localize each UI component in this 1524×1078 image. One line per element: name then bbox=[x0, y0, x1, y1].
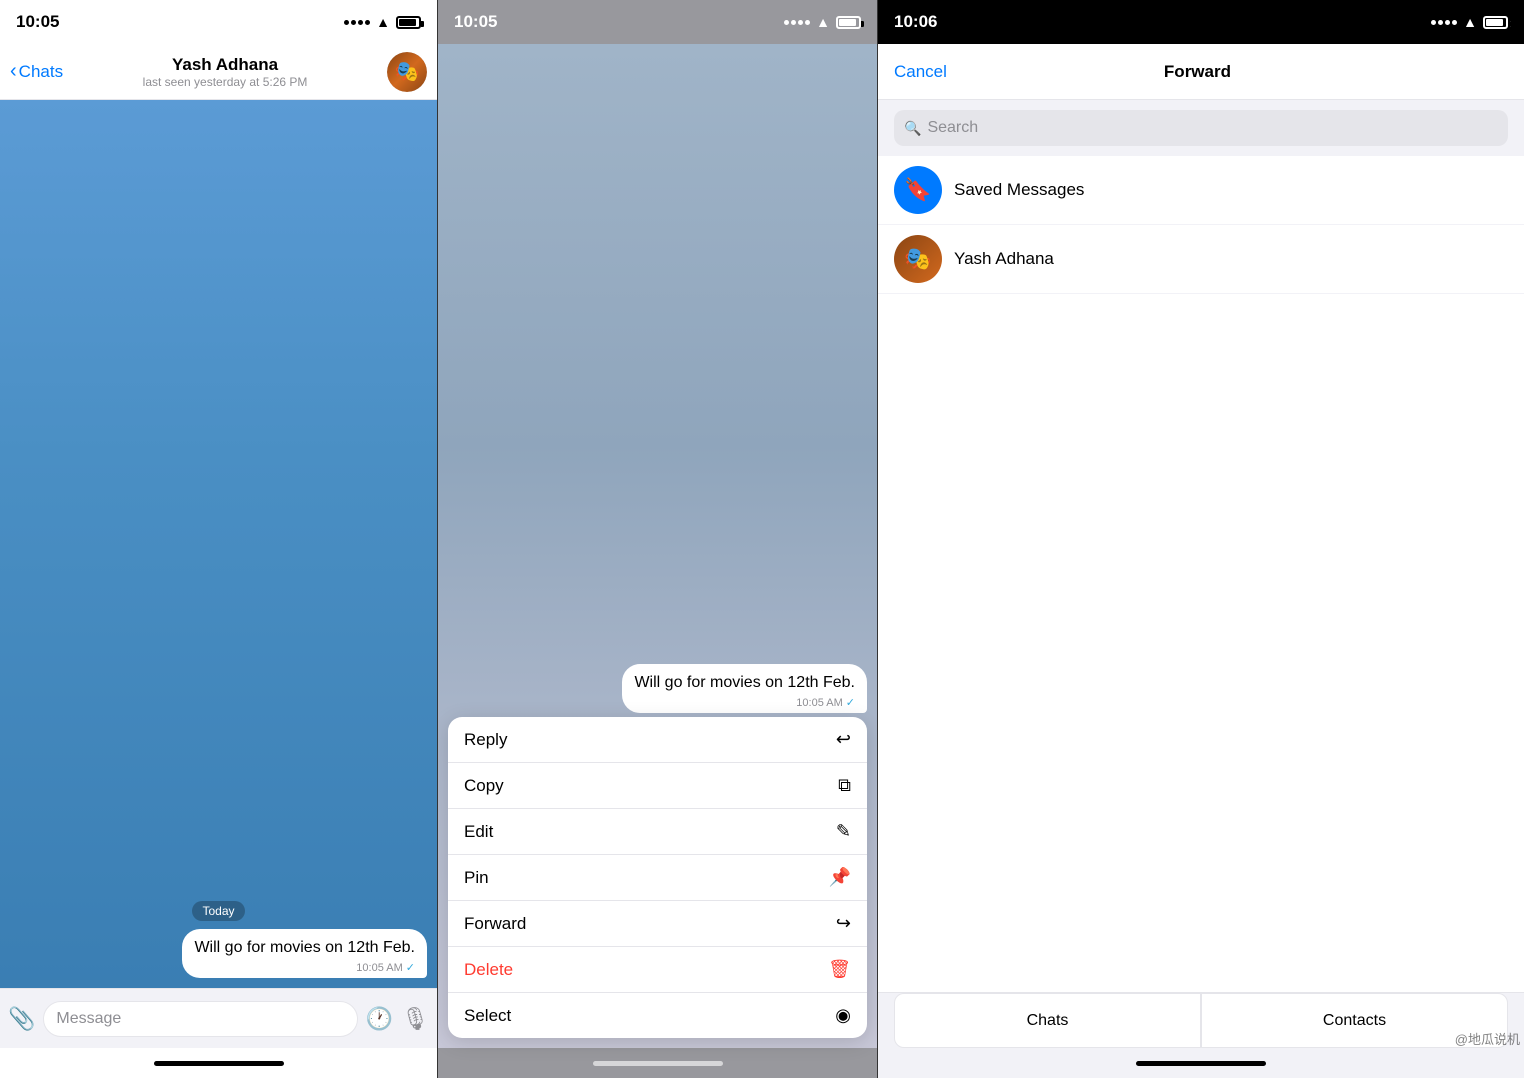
edit-label: Edit bbox=[464, 822, 493, 842]
battery-icon bbox=[396, 16, 421, 29]
status-time-3: 10:06 bbox=[894, 12, 937, 32]
tab-chats-label: Chats bbox=[1027, 1012, 1069, 1030]
avatar-image: 🎭 bbox=[387, 52, 427, 92]
forward-header: Cancel Forward bbox=[878, 44, 1524, 100]
context-pin[interactable]: Pin 📌 bbox=[448, 855, 867, 901]
context-edit[interactable]: Edit ✎ bbox=[448, 809, 867, 855]
pin-icon: 📌 bbox=[829, 867, 851, 888]
tab-chats[interactable]: Chats bbox=[894, 993, 1201, 1048]
status-bar-1: 10:05 ▲ bbox=[0, 0, 437, 44]
context-message-bubble: Will go for movies on 12th Feb. 10:05 AM… bbox=[622, 664, 867, 713]
forward-icon: ↪ bbox=[836, 913, 851, 934]
context-read-icon: ✓ bbox=[846, 696, 855, 709]
yash-avatar-icon: 🎭 bbox=[904, 246, 931, 272]
status-icons-3: ▲ bbox=[1431, 14, 1508, 30]
search-placeholder: Search bbox=[927, 119, 978, 137]
chevron-left-icon: ‹ bbox=[10, 60, 17, 83]
forward-panel: 10:06 ▲ Cancel Forward 🔍 Search bbox=[877, 0, 1524, 1078]
context-menu-panel: 10:05 ▲ Will go for movies on 12th Feb. … bbox=[437, 0, 877, 1078]
delete-label: Delete bbox=[464, 960, 513, 980]
select-label: Select bbox=[464, 1006, 511, 1026]
forward-item-saved[interactable]: 🔖 Saved Messages bbox=[878, 156, 1524, 225]
message-text: Will go for movies on 12th Feb. bbox=[194, 939, 415, 956]
chat-input-bar: 📎 Message 🕐 🎙 bbox=[0, 988, 437, 1048]
message-placeholder: Message bbox=[56, 1010, 121, 1028]
message-meta: 10:05 AM ✓ bbox=[194, 961, 415, 974]
context-message-text: Will go for movies on 12th Feb. bbox=[634, 674, 855, 691]
forward-item-yash[interactable]: 🎭 Yash Adhana bbox=[878, 225, 1524, 294]
context-message-time: 10:05 AM bbox=[796, 697, 842, 709]
edit-icon: ✎ bbox=[836, 821, 851, 842]
select-icon: ◉ bbox=[835, 1005, 851, 1026]
reply-label: Reply bbox=[464, 730, 507, 750]
yash-name: Yash Adhana bbox=[954, 249, 1054, 269]
wifi-icon-3: ▲ bbox=[1463, 14, 1477, 30]
forward-list: 🔖 Saved Messages 🎭 Yash Adhana bbox=[878, 156, 1524, 992]
contact-status: last seen yesterday at 5:26 PM bbox=[143, 75, 308, 89]
saved-messages-avatar: 🔖 bbox=[894, 166, 942, 214]
tab-contacts-label: Contacts bbox=[1323, 1012, 1386, 1030]
blurred-bg: Will go for movies on 12th Feb. 10:05 AM… bbox=[438, 44, 877, 1048]
sticker-icon[interactable]: 🕐 bbox=[366, 1006, 393, 1032]
pin-label: Pin bbox=[464, 868, 489, 888]
context-forward[interactable]: Forward ↪ bbox=[448, 901, 867, 947]
home-bar-1 bbox=[154, 1061, 284, 1066]
header-center: Yash Adhana last seen yesterday at 5:26 … bbox=[63, 55, 387, 89]
home-indicator-1 bbox=[0, 1048, 437, 1078]
forward-title: Forward bbox=[947, 62, 1448, 82]
copy-icon: ⧉ bbox=[838, 775, 851, 796]
forward-tabs: Chats Contacts bbox=[878, 992, 1524, 1048]
home-indicator-2 bbox=[438, 1048, 877, 1078]
attachment-icon[interactable]: 📎 bbox=[8, 1006, 35, 1032]
signal-icon-3 bbox=[1431, 20, 1457, 25]
status-icons-2: ▲ bbox=[784, 14, 861, 30]
signal-icon-2 bbox=[784, 20, 810, 25]
context-menu: Reply ↩ Copy ⧉ Edit ✎ Pin 📌 Forward ↪ De… bbox=[448, 717, 867, 1038]
search-icon: 🔍 bbox=[904, 120, 921, 137]
avatar[interactable]: 🎭 bbox=[387, 52, 427, 92]
status-bar-3: 10:06 ▲ bbox=[878, 0, 1524, 44]
yash-avatar: 🎭 bbox=[894, 235, 942, 283]
reply-icon: ↩ bbox=[836, 729, 851, 750]
chat-background: Today Will go for movies on 12th Feb. 10… bbox=[0, 100, 437, 988]
bookmark-icon: 🔖 bbox=[904, 177, 931, 203]
message-timestamp: 10:05 AM bbox=[356, 962, 402, 974]
message-read-icon: ✓ bbox=[406, 961, 415, 974]
context-delete[interactable]: Delete 🗑 bbox=[448, 947, 867, 993]
message-bubble[interactable]: Will go for movies on 12th Feb. 10:05 AM… bbox=[182, 929, 427, 978]
cancel-button[interactable]: Cancel bbox=[894, 62, 947, 82]
signal-icon bbox=[344, 20, 370, 25]
status-icons-1: ▲ bbox=[344, 14, 421, 30]
date-badge: Today bbox=[192, 901, 244, 921]
context-copy[interactable]: Copy ⧉ bbox=[448, 763, 867, 809]
battery-icon-2 bbox=[836, 16, 861, 29]
message-input[interactable]: Message bbox=[43, 1001, 357, 1037]
copy-label: Copy bbox=[464, 776, 504, 796]
battery-icon-3 bbox=[1483, 16, 1508, 29]
home-bar-3 bbox=[1136, 1061, 1266, 1066]
chat-header: ‹ Chats Yash Adhana last seen yesterday … bbox=[0, 44, 437, 100]
contact-name: Yash Adhana bbox=[172, 55, 278, 75]
mic-icon[interactable]: 🎙 bbox=[401, 1006, 429, 1032]
wifi-icon-2: ▲ bbox=[816, 14, 830, 30]
back-label[interactable]: Chats bbox=[19, 62, 63, 82]
context-reply[interactable]: Reply ↩ bbox=[448, 717, 867, 763]
saved-messages-name: Saved Messages bbox=[954, 180, 1084, 200]
watermark: @地瓜说机 bbox=[1455, 1029, 1520, 1048]
delete-icon: 🗑 bbox=[828, 959, 851, 980]
search-bar[interactable]: 🔍 Search bbox=[894, 110, 1508, 146]
chat-panel: 10:05 ▲ ‹ Chats Yash Adhana last seen ye… bbox=[0, 0, 437, 1078]
back-button[interactable]: ‹ Chats bbox=[10, 60, 63, 83]
home-bar-2 bbox=[593, 1061, 723, 1066]
forward-label: Forward bbox=[464, 914, 526, 934]
wifi-icon: ▲ bbox=[376, 14, 390, 30]
context-message-meta: 10:05 AM ✓ bbox=[634, 696, 855, 709]
status-time-1: 10:05 bbox=[16, 12, 59, 32]
status-time-2: 10:05 bbox=[454, 12, 497, 32]
home-indicator-3 bbox=[878, 1048, 1524, 1078]
status-bar-2: 10:05 ▲ bbox=[438, 0, 877, 44]
context-select[interactable]: Select ◉ bbox=[448, 993, 867, 1038]
